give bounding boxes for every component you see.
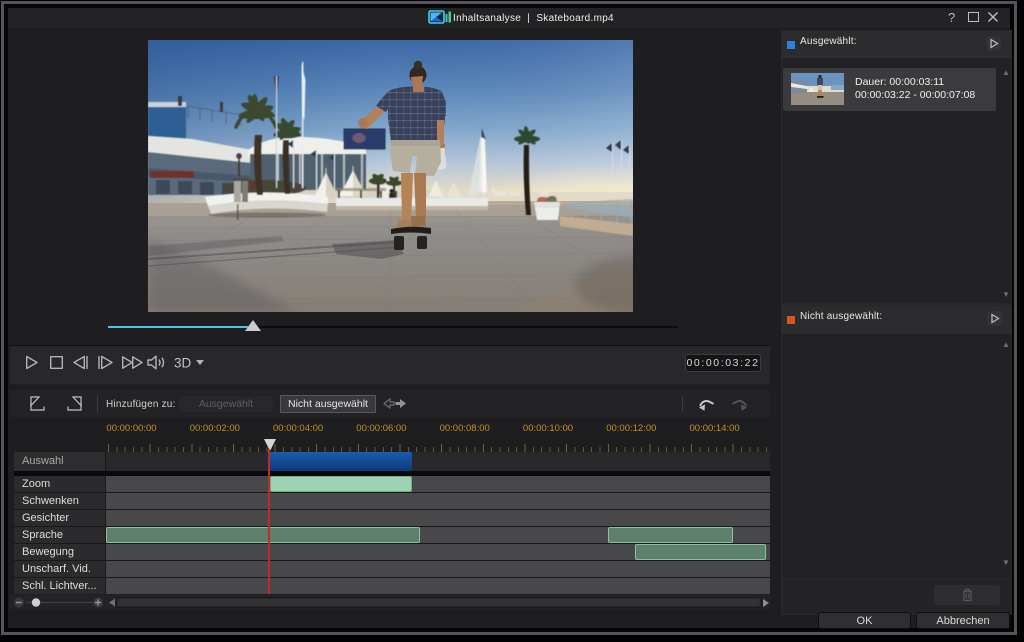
svg-text:3D: 3D bbox=[174, 356, 192, 371]
